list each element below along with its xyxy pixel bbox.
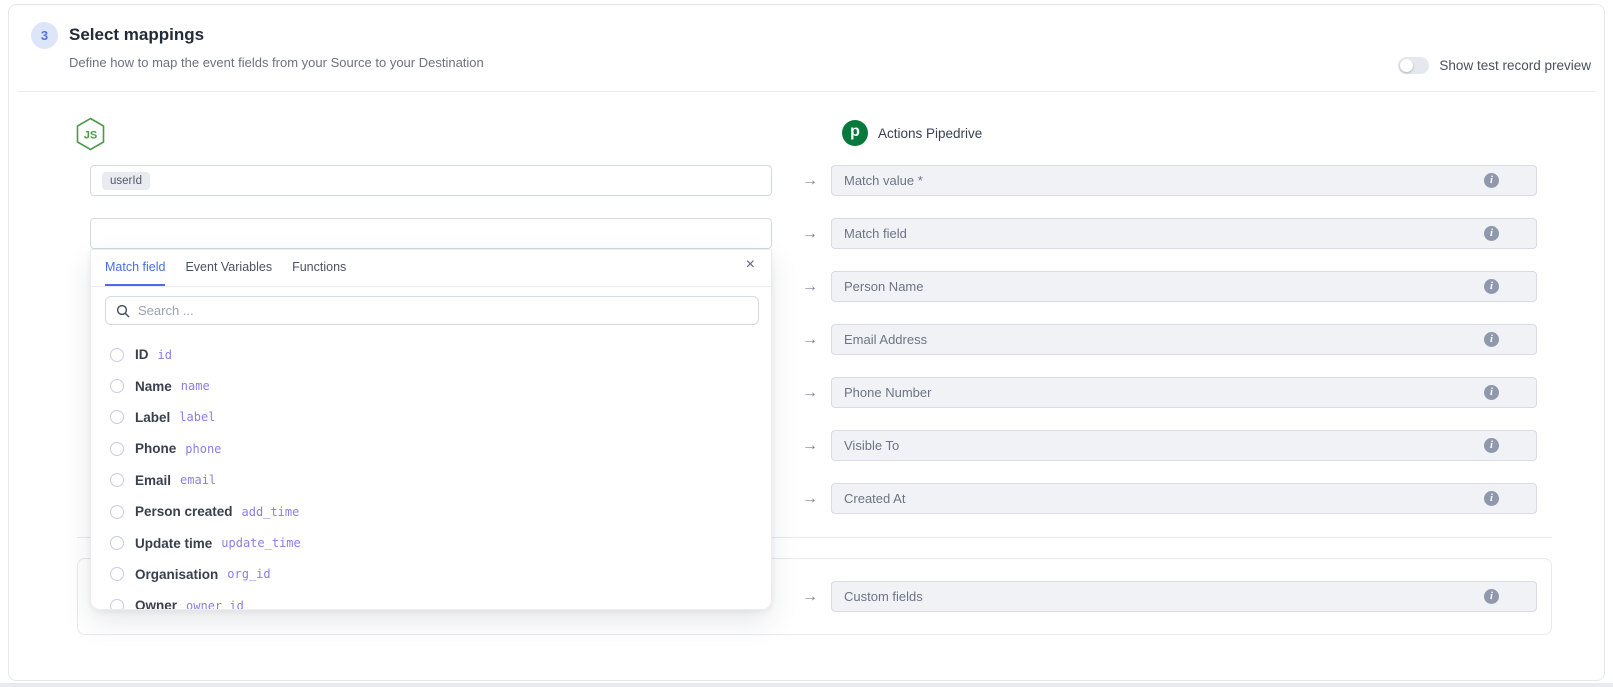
page-subtitle: Define how to map the event fields from … <box>69 55 484 70</box>
destination-header: p Actions Pipedrive <box>842 120 982 146</box>
arrow-right-icon: → <box>789 437 831 455</box>
header-divider <box>18 91 1595 92</box>
source-field-input-2[interactable] <box>90 218 772 249</box>
radio-button[interactable] <box>110 567 124 581</box>
search-input[interactable] <box>138 303 748 318</box>
dest-field-created-at[interactable]: Created At i <box>831 483 1537 514</box>
mappings-card: 3 Select mappings Define how to map the … <box>8 4 1605 681</box>
close-icon[interactable]: × <box>746 257 755 273</box>
dest-field-phone-number[interactable]: Phone Number i <box>831 377 1537 408</box>
toggle-label: Show test record preview <box>1439 58 1591 73</box>
field-picker-dropdown: Match field Event Variables Functions × … <box>90 249 772 610</box>
radio-button[interactable] <box>110 505 124 519</box>
info-icon[interactable]: i <box>1484 491 1499 506</box>
radio-button[interactable] <box>110 599 124 609</box>
dropdown-tabs-bar: Match field Event Variables Functions × <box>91 250 771 287</box>
option-label[interactable]: Label label <box>91 402 771 433</box>
option-email[interactable]: Email email <box>91 465 771 496</box>
info-icon[interactable]: i <box>1484 385 1499 400</box>
destination-title: Actions Pipedrive <box>878 126 982 141</box>
arrow-right-icon: → <box>789 490 831 508</box>
mapping-row: → Visible To i <box>789 430 1537 461</box>
radio-button[interactable] <box>110 348 124 362</box>
dest-field-match-field[interactable]: Match field i <box>831 218 1537 249</box>
show-test-record-toggle[interactable] <box>1398 57 1429 74</box>
toggle-knob <box>1400 59 1413 72</box>
mapping-row: → Person Name i <box>789 271 1537 302</box>
page-bottom-strip <box>0 683 1613 687</box>
arrow-right-icon: → <box>789 588 831 606</box>
option-organisation[interactable]: Organisation org_id <box>91 559 771 590</box>
mapping-row-custom-fields: → Custom fields i <box>789 581 1537 612</box>
dest-field-email-address[interactable]: Email Address i <box>831 324 1537 355</box>
mapping-row: → Match field i <box>789 218 1537 249</box>
radio-button[interactable] <box>110 442 124 456</box>
radio-button[interactable] <box>110 379 124 393</box>
test-record-toggle-row: Show test record preview <box>1398 57 1591 74</box>
tab-event-variables[interactable]: Event Variables <box>185 250 272 286</box>
info-icon[interactable]: i <box>1484 438 1499 453</box>
tab-match-field[interactable]: Match field <box>105 250 165 286</box>
nodejs-icon: JS <box>75 117 106 156</box>
radio-button[interactable] <box>110 536 124 550</box>
info-icon[interactable]: i <box>1484 173 1499 188</box>
dest-field-custom-fields[interactable]: Custom fields i <box>831 581 1537 612</box>
option-person-created[interactable]: Person created add_time <box>91 496 771 527</box>
tab-functions[interactable]: Functions <box>292 250 346 286</box>
mapping-row: → Phone Number i <box>789 377 1537 408</box>
step-number-badge: 3 <box>31 22 58 49</box>
arrow-right-icon: → <box>789 384 831 402</box>
mapping-row: → Match value * i <box>789 165 1537 196</box>
dest-field-person-name[interactable]: Person Name i <box>831 271 1537 302</box>
page-title: Select mappings <box>69 25 204 45</box>
option-owner[interactable]: Owner owner_id <box>91 590 771 609</box>
pipedrive-icon: p <box>842 120 868 146</box>
info-icon[interactable]: i <box>1484 332 1499 347</box>
mapping-row: → Email Address i <box>789 324 1537 355</box>
option-update-time[interactable]: Update time update_time <box>91 527 771 558</box>
option-phone[interactable]: Phone phone <box>91 433 771 464</box>
arrow-right-icon: → <box>789 172 831 190</box>
info-icon[interactable]: i <box>1484 226 1499 241</box>
arrow-right-icon: → <box>789 278 831 296</box>
radio-button[interactable] <box>110 473 124 487</box>
mapping-row: → Created At i <box>789 483 1537 514</box>
source-token-chip[interactable]: userId <box>102 172 150 190</box>
search-icon <box>116 304 130 318</box>
arrow-right-icon: → <box>789 225 831 243</box>
select-mappings-page: 3 Select mappings Define how to map the … <box>0 0 1613 687</box>
arrow-right-icon: → <box>789 331 831 349</box>
radio-button[interactable] <box>110 410 124 424</box>
option-name[interactable]: Name name <box>91 370 771 401</box>
dropdown-search-box <box>105 296 759 325</box>
source-field-input-1[interactable]: userId <box>90 165 772 196</box>
dest-field-visible-to[interactable]: Visible To i <box>831 430 1537 461</box>
option-id[interactable]: ID id <box>91 339 771 370</box>
dest-field-match-value[interactable]: Match value * i <box>831 165 1537 196</box>
info-icon[interactable]: i <box>1484 589 1499 604</box>
info-icon[interactable]: i <box>1484 279 1499 294</box>
field-option-list: ID id Name name Label label Phone phone <box>91 339 771 609</box>
svg-text:JS: JS <box>84 130 97 142</box>
